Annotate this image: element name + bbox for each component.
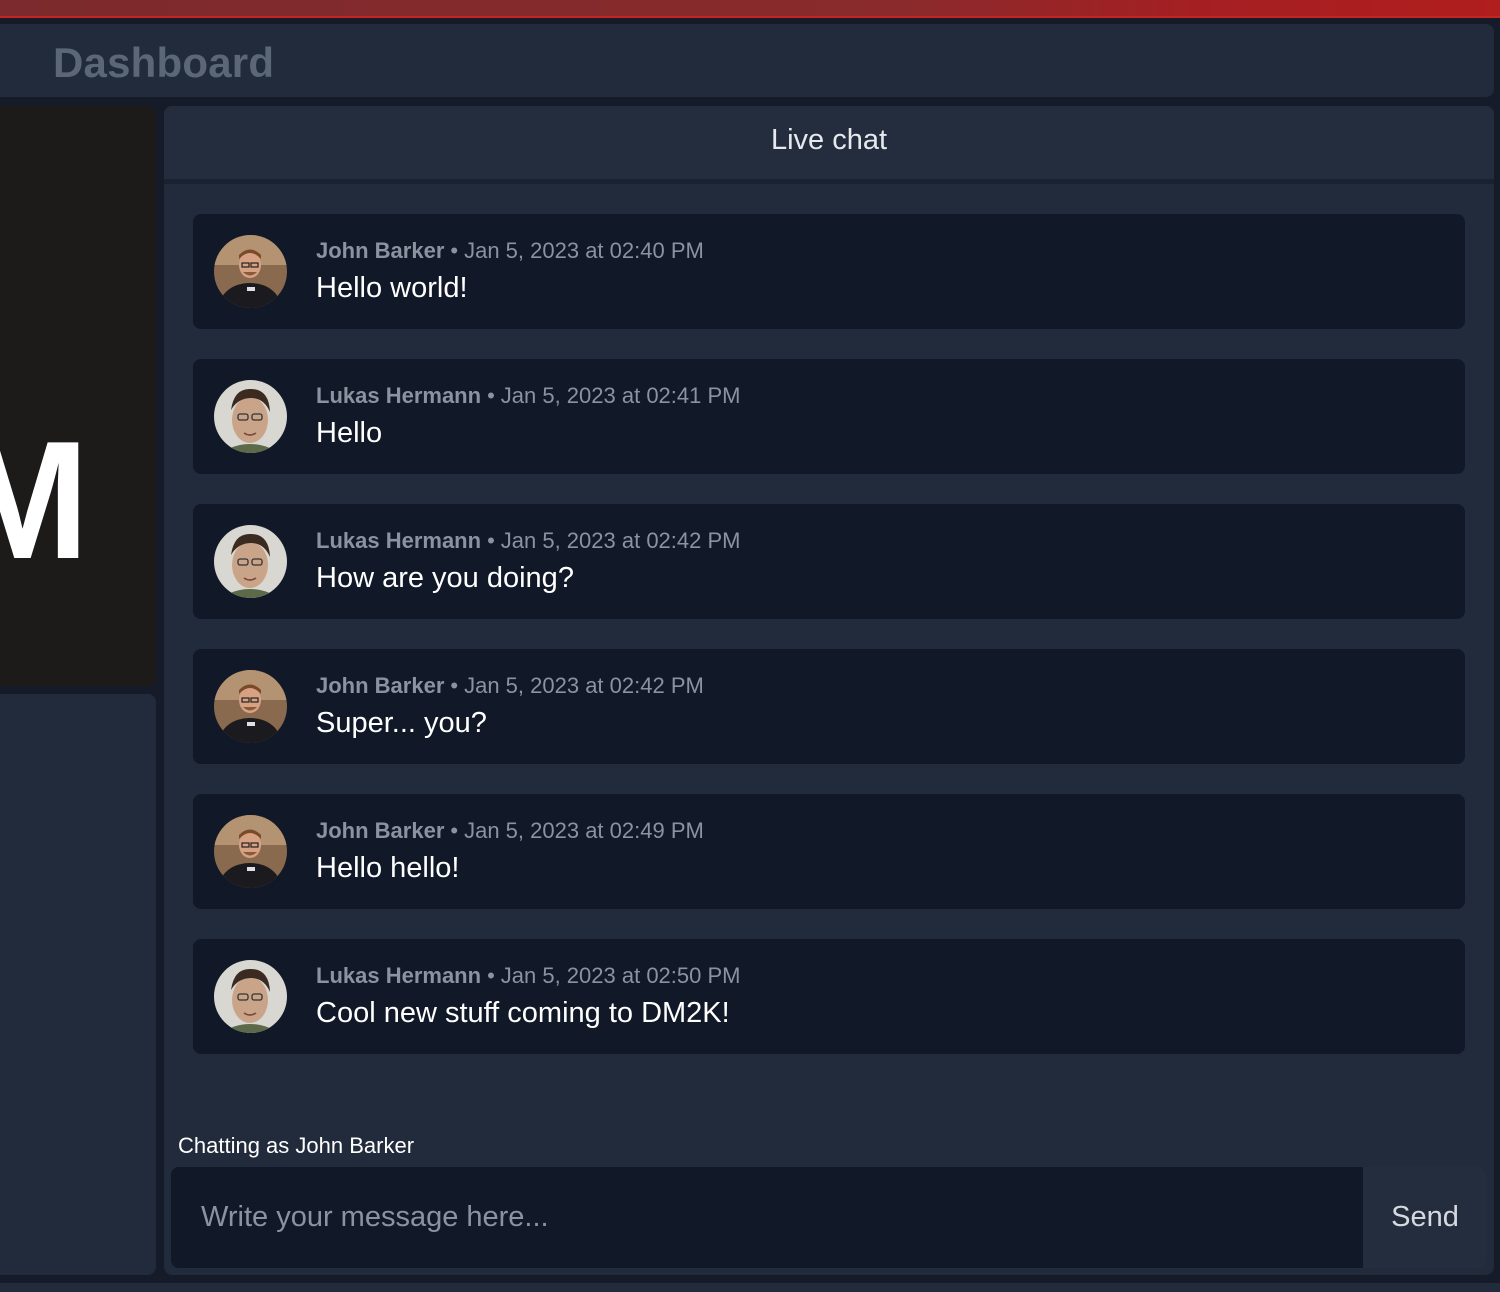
message-timestamp: Jan 5, 2023 at 02:49 PM — [464, 818, 704, 843]
logo-letter: M — [0, 416, 89, 584]
message-timestamp: Jan 5, 2023 at 02:42 PM — [500, 528, 741, 553]
john-barker-avatar-icon — [214, 235, 287, 308]
meta-separator: • — [487, 528, 495, 553]
message-text: Cool new stuff coming to DM2K! — [316, 997, 730, 1029]
avatar — [214, 815, 287, 888]
message-author: Lukas Hermann — [316, 383, 482, 408]
meta-separator: • — [450, 673, 459, 698]
avatar — [214, 960, 287, 1033]
message-timestamp: Jan 5, 2023 at 02:42 PM — [464, 673, 704, 698]
message-text: Super... you? — [316, 707, 487, 739]
message-text: How are you doing? — [316, 562, 574, 594]
chat-header: Live chat — [164, 106, 1494, 184]
message-timestamp: Jan 5, 2023 at 02:40 PM — [464, 238, 704, 263]
page-title: Dashboard — [53, 39, 275, 86]
message-author: Lukas Hermann — [316, 963, 482, 988]
avatar — [214, 525, 287, 598]
meta-separator: • — [487, 383, 495, 408]
avatar — [214, 235, 287, 308]
message-meta: John Barker • Jan 5, 2023 at 02:49 PM — [316, 818, 704, 844]
john-barker-avatar-icon — [214, 670, 287, 743]
message-meta: Lukas Hermann • Jan 5, 2023 at 02:41 PM — [316, 383, 741, 409]
message-text: Hello world! — [316, 272, 468, 304]
meta-separator: • — [450, 238, 459, 263]
message-meta: Lukas Hermann • Jan 5, 2023 at 02:42 PM — [316, 528, 741, 554]
chatting-as-label: Chatting as John Barker — [178, 1133, 415, 1158]
chat-title: Live chat — [770, 124, 888, 156]
message-meta: Lukas Hermann • Jan 5, 2023 at 02:50 PM — [316, 963, 741, 989]
message-meta: John Barker • Jan 5, 2023 at 02:42 PM — [316, 673, 704, 699]
message-author: John Barker — [316, 818, 445, 843]
message-composer: Send — [171, 1167, 1487, 1268]
lukas-hermann-avatar-icon — [214, 525, 287, 598]
chat-message: John Barker • Jan 5, 2023 at 02:42 PM Supe… — [193, 649, 1465, 764]
chat-message: Lukas Hermann • Jan 5, 2023 at 02:50 PM Co… — [193, 939, 1465, 1054]
meta-separator: • — [450, 818, 459, 843]
logo-panel: M — [0, 106, 156, 686]
john-barker-avatar-icon — [214, 815, 287, 888]
message-input[interactable] — [171, 1167, 1363, 1268]
chat-message: John Barker • Jan 5, 2023 at 02:40 PM Hell… — [193, 214, 1465, 329]
meta-separator: • — [487, 963, 495, 988]
bottom-panel-edge — [0, 1283, 1500, 1292]
message-meta: John Barker • Jan 5, 2023 at 02:40 PM — [316, 238, 704, 264]
message-author: Lukas Hermann — [316, 528, 482, 553]
avatar — [214, 380, 287, 453]
message-text: Hello — [316, 417, 383, 449]
chat-message: John Barker • Jan 5, 2023 at 02:49 PM Hell… — [193, 794, 1465, 909]
message-author: John Barker — [316, 673, 445, 698]
browser-accent-bar — [0, 0, 1500, 18]
avatar — [214, 670, 287, 743]
lukas-hermann-avatar-icon — [214, 960, 287, 1033]
chat-message: Lukas Hermann • Jan 5, 2023 at 02:41 PM He… — [193, 359, 1465, 474]
message-timestamp: Jan 5, 2023 at 02:41 PM — [500, 383, 741, 408]
live-chat-panel: Live chat John Barker • Jan 5, 2023 at 02:… — [164, 106, 1494, 1275]
chat-message: Lukas Hermann • Jan 5, 2023 at 02:42 PM Ho… — [193, 504, 1465, 619]
message-author: John Barker — [316, 238, 445, 263]
message-text: Hello hello! — [316, 852, 460, 884]
sidebar-panel — [0, 694, 156, 1275]
send-button[interactable]: Send — [1363, 1167, 1487, 1268]
message-timestamp: Jan 5, 2023 at 02:50 PM — [500, 963, 741, 988]
lukas-hermann-avatar-icon — [214, 380, 287, 453]
